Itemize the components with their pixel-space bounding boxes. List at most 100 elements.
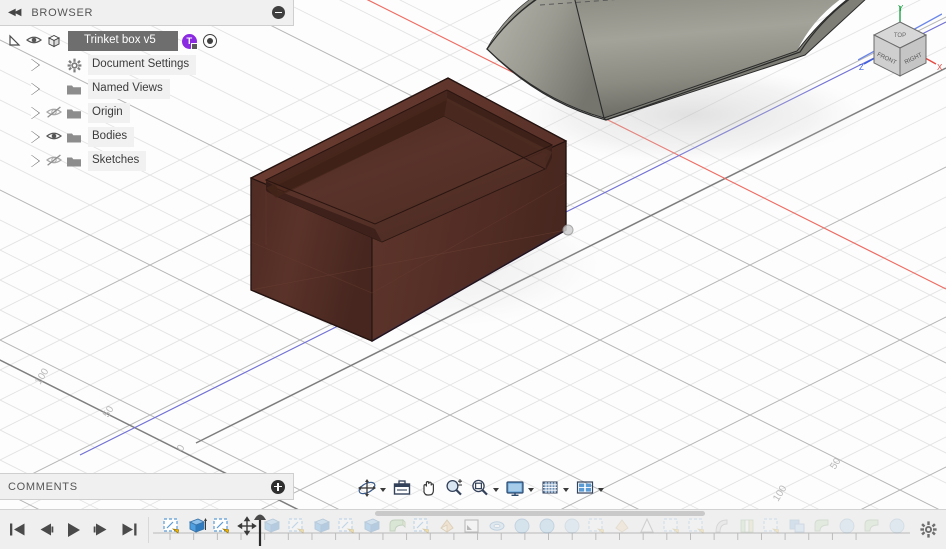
timeline-feature-extrude[interactable] — [309, 513, 334, 539]
tree-row-sketches[interactable]: Sketches — [0, 149, 294, 173]
timeline-feature-sketch[interactable] — [409, 513, 434, 539]
timeline-feature-revolve[interactable] — [709, 513, 734, 539]
browser-header: ◀◀ BROWSER — [0, 0, 294, 26]
timeline-bar[interactable] — [0, 509, 946, 549]
folder-icon — [65, 153, 83, 169]
timeline-settings-gear[interactable] — [910, 510, 946, 549]
timeline-feature-move[interactable] — [909, 513, 910, 539]
tree-row-document-settings[interactable]: Document Settings — [0, 53, 294, 77]
timeline-feature-sketch[interactable] — [284, 513, 309, 539]
radio-active-icon[interactable] — [202, 34, 217, 48]
tree-row-named-views[interactable]: Named Views — [0, 77, 294, 101]
timeline-feature-hole[interactable] — [484, 513, 509, 539]
timeline-feature-combine[interactable] — [784, 513, 809, 539]
timeline-feature-sketch[interactable] — [334, 513, 359, 539]
timeline-playback-controls[interactable] — [0, 510, 148, 549]
comments-panel[interactable]: COMMENTS — [0, 473, 294, 500]
timeline-feature-sketch[interactable] — [684, 513, 709, 539]
tree-item-label: Bodies — [88, 127, 135, 147]
no-visibility-slot — [45, 81, 63, 97]
triangle-collapsed-icon[interactable] — [28, 154, 42, 168]
play-button[interactable] — [64, 521, 82, 539]
triangle-collapsed-icon[interactable] — [28, 82, 42, 96]
tree-item-label: Document Settings — [88, 55, 197, 75]
grid-snaps-icon[interactable] — [538, 475, 571, 501]
comments-title: COMMENTS — [8, 480, 78, 493]
timeline-marker[interactable] — [252, 510, 266, 546]
zoom-magnifier-icon[interactable] — [442, 475, 466, 501]
tree-row-origin[interactable]: Origin — [0, 101, 294, 125]
look-at-icon[interactable] — [390, 475, 414, 501]
tree-item-label: Named Views — [88, 79, 170, 99]
timeline-feature-extrude[interactable] — [359, 513, 384, 539]
timeline-scrollbar[interactable] — [375, 510, 705, 516]
gear-icon — [65, 57, 83, 73]
eye-visible-icon[interactable] — [45, 129, 63, 145]
fusion360-window: { "app": { "name": "Fusion 360", "docume… — [0, 0, 946, 549]
timeline-features[interactable] — [159, 513, 910, 541]
component-cube-icon — [45, 33, 63, 49]
eye-hidden-icon[interactable] — [45, 105, 63, 121]
chevron-down-icon[interactable] — [493, 488, 499, 492]
step-forward-button[interactable] — [92, 521, 110, 539]
timeline-divider — [148, 516, 149, 543]
timeline-feature-fillet[interactable] — [809, 513, 834, 539]
tree-row-bodies[interactable]: Bodies — [0, 125, 294, 149]
step-backward-button[interactable] — [36, 521, 54, 539]
timeline-feature-draft[interactable] — [634, 513, 659, 539]
timeline-feature-sketch[interactable] — [659, 513, 684, 539]
timeline-feature-sketch[interactable] — [159, 513, 184, 539]
minus-circle-icon[interactable] — [272, 6, 285, 19]
triangle-collapsed-icon[interactable] — [28, 106, 42, 120]
double-chevron-left-icon[interactable]: ◀◀ — [8, 7, 21, 18]
timeline-feature-chamfer[interactable] — [609, 513, 634, 539]
go-to-beginning-button[interactable] — [8, 521, 26, 539]
origin-point — [562, 224, 574, 236]
pan-hand-icon[interactable] — [416, 475, 440, 501]
timeline-feature-fillet[interactable] — [384, 513, 409, 539]
timeline-feature-extrude[interactable] — [184, 513, 209, 539]
timeline-feature-sphere[interactable] — [534, 513, 559, 539]
timeline-feature-rib[interactable] — [734, 513, 759, 539]
chevron-down-icon[interactable] — [563, 488, 569, 492]
tree-row-root[interactable]: Trinket box v5 T — [0, 29, 294, 53]
timeline-track[interactable] — [153, 510, 910, 549]
viewcube-x-label: X — [937, 63, 942, 72]
timeline-feature-shell[interactable] — [459, 513, 484, 539]
timeline-feature-fillet[interactable] — [859, 513, 884, 539]
go-to-end-button[interactable] — [120, 521, 138, 539]
timeline-feature-sketch[interactable] — [759, 513, 784, 539]
timeline-feature-sphere[interactable] — [509, 513, 534, 539]
navigation-bar[interactable] — [355, 473, 606, 503]
fit-magnifier-icon[interactable] — [468, 475, 501, 501]
folder-icon — [65, 81, 83, 97]
orbit-icon[interactable] — [355, 475, 388, 501]
chevron-down-icon[interactable] — [598, 488, 604, 492]
eye-visible-icon[interactable] — [25, 33, 43, 49]
viewcube-z-label: Z — [859, 63, 864, 72]
root-node-label: Trinket box v5 — [68, 31, 178, 51]
triangle-collapsed-icon[interactable] — [28, 130, 42, 144]
timeline-feature-sphere[interactable] — [834, 513, 859, 539]
chevron-down-icon[interactable] — [380, 488, 386, 492]
timeline-feature-sphere[interactable] — [559, 513, 584, 539]
timeline-feature-chamfer[interactable] — [434, 513, 459, 539]
chevron-down-icon[interactable] — [528, 488, 534, 492]
folder-icon — [65, 105, 83, 121]
folder-icon — [65, 129, 83, 145]
tree-item-label: Origin — [88, 103, 130, 123]
timeline-feature-sketch[interactable] — [584, 513, 609, 539]
viewports-icon[interactable] — [573, 475, 606, 501]
eye-hidden-icon[interactable] — [45, 153, 63, 169]
browser-title: BROWSER — [31, 6, 94, 19]
display-settings-icon[interactable] — [503, 475, 536, 501]
component-badge[interactable]: T — [181, 33, 198, 50]
triangle-expanded-icon[interactable] — [8, 34, 22, 48]
timeline-feature-sphere[interactable] — [884, 513, 909, 539]
triangle-collapsed-icon[interactable] — [28, 58, 42, 72]
timeline-feature-sketch[interactable] — [209, 513, 234, 539]
browser-tree: Trinket box v5 T Document Settings Named… — [0, 26, 294, 173]
view-cube[interactable]: TOP FRONT RIGHT X Y Z — [857, 2, 943, 88]
plus-circle-icon[interactable] — [271, 479, 285, 494]
tree-item-label: Sketches — [88, 151, 147, 171]
